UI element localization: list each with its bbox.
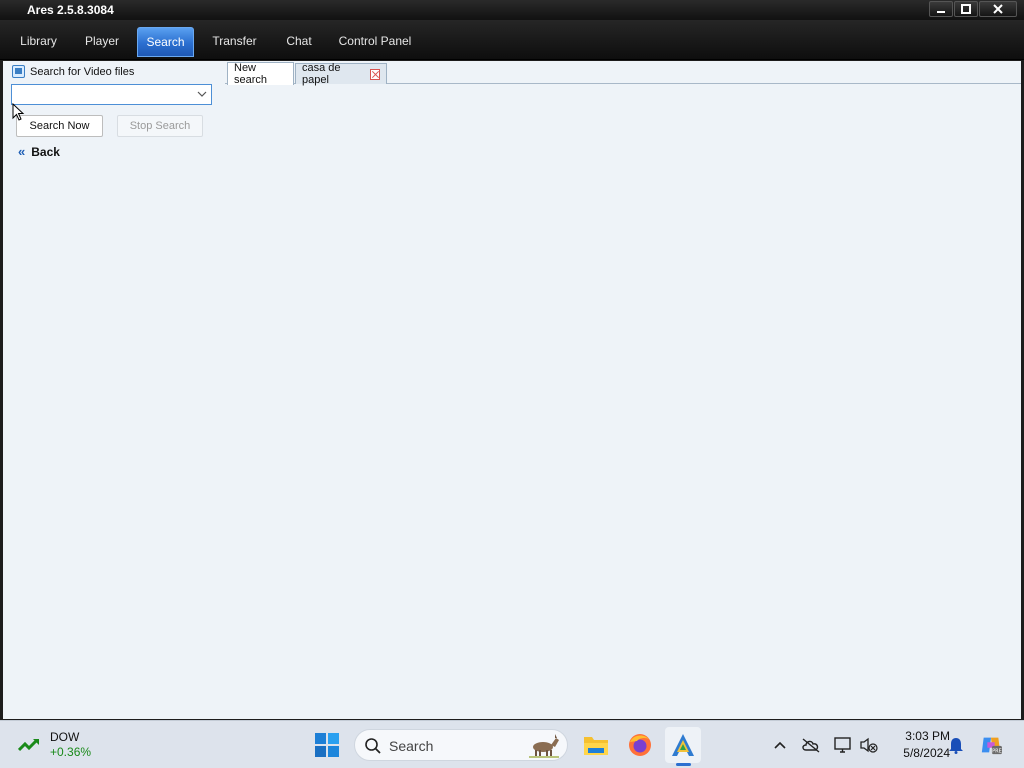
minimize-button[interactable] bbox=[929, 1, 953, 17]
tab-new-search[interactable]: New search bbox=[227, 62, 294, 86]
stop-search-button[interactable]: Stop Search bbox=[117, 115, 203, 137]
window-title: Ares 2.5.8.3084 bbox=[27, 3, 114, 17]
mouse-pointer-icon bbox=[12, 103, 25, 121]
main-tab-bar: Library Player Search Transfer Chat Cont… bbox=[0, 20, 1024, 60]
search-type-selector[interactable]: Search for Video files bbox=[12, 65, 134, 78]
volume-tray-button[interactable] bbox=[858, 734, 880, 756]
svg-text:PRE: PRE bbox=[992, 748, 1002, 754]
tab-casa-de-papel[interactable]: casa de papel bbox=[295, 62, 387, 86]
search-input[interactable] bbox=[12, 85, 192, 104]
speaker-muted-icon bbox=[860, 737, 878, 753]
tab-library[interactable]: Library bbox=[10, 27, 67, 57]
network-tray-button[interactable] bbox=[832, 734, 854, 756]
video-file-icon bbox=[12, 65, 25, 78]
firefox-icon bbox=[629, 734, 651, 756]
show-hidden-icons-button[interactable] bbox=[769, 734, 791, 756]
tab-label: New search bbox=[234, 62, 268, 86]
search-sidebar: Search for Video files Search Now Stop S… bbox=[3, 61, 223, 719]
close-icon bbox=[993, 4, 1003, 14]
stock-trend-up-icon bbox=[18, 738, 39, 752]
tab-label: casa de papel bbox=[302, 62, 341, 86]
tab-chat[interactable]: Chat bbox=[277, 27, 321, 57]
search-now-button[interactable]: Search Now bbox=[16, 115, 103, 137]
double-chevron-left-icon: « bbox=[18, 144, 25, 159]
ares-taskbar-button[interactable] bbox=[665, 727, 701, 763]
cloud-off-icon bbox=[802, 738, 820, 753]
close-tab-icon[interactable] bbox=[369, 68, 380, 80]
chevron-down-icon[interactable] bbox=[195, 88, 209, 101]
ares-icon bbox=[672, 734, 694, 756]
taskbar-search-label: Search bbox=[389, 738, 434, 754]
maximize-icon bbox=[961, 4, 971, 14]
minimize-icon bbox=[937, 11, 945, 13]
title-bar: Ares 2.5.8.3084 bbox=[0, 0, 1024, 20]
tab-control-panel[interactable]: Control Panel bbox=[332, 27, 418, 57]
file-explorer-taskbar-button[interactable] bbox=[578, 727, 614, 763]
stock-name: DOW bbox=[50, 730, 80, 744]
folder-icon bbox=[584, 737, 608, 755]
onedrive-tray-button[interactable] bbox=[800, 734, 822, 756]
active-app-indicator bbox=[676, 763, 691, 766]
tab-transfer[interactable]: Transfer bbox=[204, 27, 265, 57]
search-icon bbox=[365, 738, 381, 754]
back-link[interactable]: « Back bbox=[18, 144, 60, 159]
notifications-button[interactable] bbox=[945, 734, 967, 756]
taskbar: DOW +0.36% Search 3:03 PM 5/8/2024 PRE bbox=[0, 720, 1024, 768]
maximize-button[interactable] bbox=[954, 1, 978, 17]
chevron-up-icon bbox=[774, 741, 786, 749]
copilot-button[interactable]: PRE bbox=[980, 734, 1002, 756]
tab-player[interactable]: Player bbox=[75, 27, 129, 57]
donkey-icon bbox=[529, 734, 559, 758]
copilot-icon: PRE bbox=[981, 737, 1002, 754]
stock-widget[interactable]: DOW +0.36% bbox=[18, 730, 91, 759]
clock[interactable]: 3:03 PM 5/8/2024 bbox=[888, 729, 950, 760]
search-page: Search for Video files Search Now Stop S… bbox=[3, 61, 1021, 719]
search-type-label: Search for Video files bbox=[30, 65, 135, 78]
windows-start-icon[interactable] bbox=[314, 732, 340, 758]
taskbar-search-box[interactable]: Search bbox=[354, 729, 568, 761]
back-label: Back bbox=[31, 144, 60, 159]
result-tab-strip: New search casa de papel bbox=[225, 61, 1021, 86]
bell-icon bbox=[949, 738, 963, 754]
network-icon bbox=[834, 737, 851, 753]
tab-search[interactable]: Search bbox=[137, 27, 194, 57]
clock-time: 3:03 PM bbox=[905, 729, 950, 743]
firefox-taskbar-button[interactable] bbox=[622, 727, 658, 763]
stock-change: +0.36% bbox=[50, 745, 92, 759]
search-combobox[interactable] bbox=[11, 84, 212, 105]
close-window-button[interactable] bbox=[979, 1, 1017, 17]
clock-date: 5/8/2024 bbox=[903, 746, 950, 760]
